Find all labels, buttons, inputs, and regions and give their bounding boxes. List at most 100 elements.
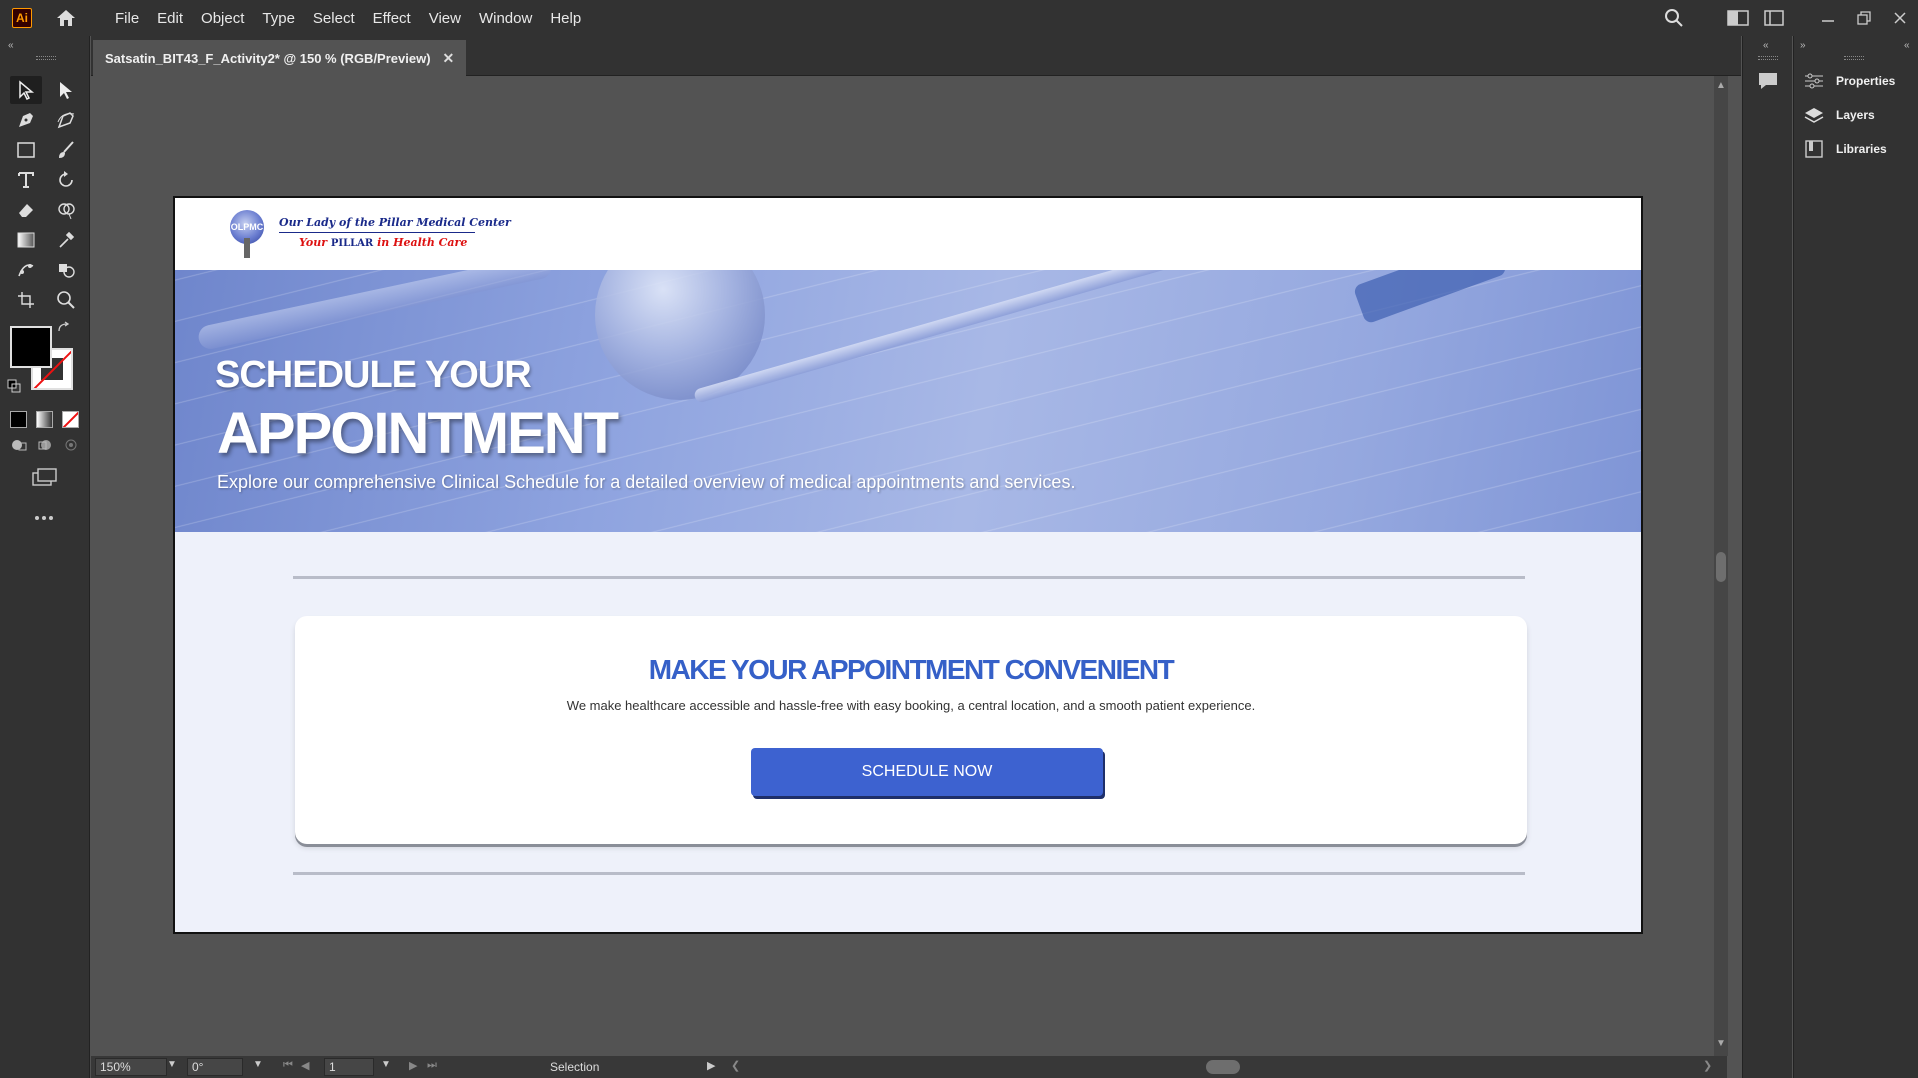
layers-icon	[1804, 108, 1824, 123]
document-tab-bar: Satsatin_BIT43_F_Activity2* @ 150 % (RGB…	[91, 36, 1741, 76]
minimize-icon[interactable]	[1810, 0, 1846, 36]
swap-fill-stroke-icon[interactable]	[54, 318, 74, 338]
collapse-panels-icon[interactable]: »	[1800, 40, 1806, 51]
zoom-field[interactable]: 150%	[95, 1058, 167, 1076]
screen-mode-icon[interactable]	[28, 464, 60, 492]
artboard-dropdown-icon[interactable]: ▼	[381, 1059, 391, 1070]
properties-panel-tab[interactable]: Properties	[1804, 68, 1895, 94]
menu-bar: Ai File Edit Object Type Select Effect V…	[0, 0, 1918, 36]
horizontal-scroll-thumb[interactable]	[1206, 1060, 1240, 1074]
gradient-tool-icon[interactable]	[10, 226, 42, 254]
rotation-field[interactable]: 0°	[187, 1058, 243, 1076]
collapse-toolbar-icon[interactable]: «	[8, 40, 14, 51]
arrange-documents-icon[interactable]	[1720, 0, 1756, 36]
previous-artboard-icon[interactable]: ◀	[301, 1059, 309, 1072]
panels-grip[interactable]	[1844, 56, 1864, 60]
first-artboard-icon[interactable]: ⏮	[283, 1059, 293, 1072]
tagline-pre: Your	[299, 236, 328, 249]
workspace-icon[interactable]	[1756, 0, 1792, 36]
layers-panel-tab[interactable]: Layers	[1804, 102, 1875, 128]
artboard-tool-icon[interactable]	[10, 286, 42, 314]
vertical-scroll-thumb[interactable]	[1716, 552, 1726, 582]
document-tab[interactable]: Satsatin_BIT43_F_Activity2* @ 150 % (RGB…	[93, 40, 467, 76]
hero-description: Explore our comprehensive Clinical Sched…	[217, 472, 1076, 492]
eyedropper-tool-icon[interactable]	[50, 226, 82, 254]
status-menu-icon[interactable]: ▶	[707, 1059, 715, 1072]
draw-inside-icon[interactable]	[60, 434, 82, 456]
tagline-post: in Health Care	[377, 236, 468, 249]
scroll-down-icon[interactable]: ▼	[1714, 1038, 1728, 1049]
color-mode-swatch[interactable]	[10, 411, 27, 428]
collapse-strip-icon[interactable]: «	[1763, 40, 1769, 51]
menubar-right	[1656, 0, 1918, 36]
artboard-number-field[interactable]: 1	[324, 1058, 374, 1076]
zoom-value: 150%	[100, 1060, 131, 1074]
curvature-tool-icon[interactable]	[50, 106, 82, 134]
none-mode-swatch[interactable]	[62, 411, 79, 428]
gradient-mode-swatch[interactable]	[36, 411, 53, 428]
home-icon[interactable]	[54, 6, 78, 30]
paintbrush-tool-icon[interactable]	[50, 136, 82, 164]
close-icon[interactable]	[1882, 0, 1918, 36]
scroll-right-icon[interactable]: ❯	[1703, 1059, 1712, 1072]
layers-label: Layers	[1836, 108, 1875, 122]
search-icon[interactable]	[1656, 0, 1692, 36]
menu-list: File Edit Object Type Select Effect View…	[106, 10, 590, 27]
menu-effect[interactable]: Effect	[364, 10, 420, 27]
last-artboard-icon[interactable]: ⏭	[427, 1059, 437, 1072]
schedule-now-button[interactable]: SCHEDULE NOW	[751, 748, 1103, 796]
type-tool-icon[interactable]	[10, 166, 42, 194]
comments-icon[interactable]	[1755, 68, 1781, 94]
live-paint-tool-icon[interactable]	[50, 256, 82, 284]
menu-help[interactable]: Help	[541, 10, 590, 27]
direct-selection-tool-icon[interactable]	[50, 76, 82, 104]
pen-tool-icon[interactable]	[10, 106, 42, 134]
artboard[interactable]: OLPMC Our Lady of the Pillar Medical Cen…	[173, 196, 1643, 934]
vertical-scrollbar[interactable]: ▲ ▼	[1714, 76, 1728, 1056]
scroll-up-icon[interactable]: ▲	[1714, 80, 1728, 91]
strip-grip[interactable]	[1758, 56, 1778, 60]
shape-builder-tool-icon[interactable]	[50, 196, 82, 224]
menu-select[interactable]: Select	[304, 10, 364, 27]
app-logo: Ai	[12, 8, 32, 28]
draw-normal-icon[interactable]	[8, 434, 30, 456]
close-tab-icon[interactable]: ✕	[443, 50, 455, 67]
default-colors-icon[interactable]	[4, 376, 24, 396]
content-section: MAKE YOUR APPOINTMENT CONVENIENT We make…	[175, 532, 1641, 932]
rotate-tool-icon[interactable]	[50, 166, 82, 194]
tagline-pillar: PILLAR	[330, 238, 374, 249]
menu-type[interactable]: Type	[253, 10, 304, 27]
scroll-left-icon[interactable]: ❮	[731, 1059, 740, 1072]
tools-panel: «	[0, 36, 90, 1078]
logo-underline	[279, 232, 475, 233]
puppet-warp-tool-icon[interactable]	[10, 256, 42, 284]
appointment-card: MAKE YOUR APPOINTMENT CONVENIENT We make…	[295, 616, 1527, 844]
toolbar-grip[interactable]	[36, 56, 56, 60]
artboard-number: 1	[329, 1060, 336, 1074]
expand-panels-icon[interactable]: «	[1904, 40, 1910, 51]
fill-color-swatch[interactable]	[10, 326, 52, 368]
libraries-panel-tab[interactable]: Libraries	[1804, 136, 1887, 162]
menu-edit[interactable]: Edit	[148, 10, 192, 27]
menu-view[interactable]: View	[420, 10, 470, 27]
rectangle-tool-icon[interactable]	[10, 136, 42, 164]
next-artboard-icon[interactable]: ▶	[409, 1059, 417, 1072]
current-tool-label: Selection	[550, 1060, 600, 1074]
zoom-tool-icon[interactable]	[50, 286, 82, 314]
selection-tool-icon[interactable]	[10, 76, 42, 104]
card-text: We make healthcare accessible and hassle…	[566, 698, 1256, 713]
rotation-dropdown-icon[interactable]: ▼	[253, 1059, 263, 1070]
site-header: OLPMC Our Lady of the Pillar Medical Cen…	[175, 198, 1641, 270]
draw-behind-icon[interactable]	[34, 434, 56, 456]
more-tools-icon[interactable]	[28, 504, 60, 532]
zoom-dropdown-icon[interactable]: ▼	[167, 1059, 177, 1070]
eraser-tool-icon[interactable]	[10, 196, 42, 224]
menu-window[interactable]: Window	[470, 10, 541, 27]
restore-icon[interactable]	[1846, 0, 1882, 36]
top-divider	[293, 576, 1525, 579]
libraries-icon	[1805, 140, 1823, 158]
logo-tagline: Your PILLAR in Health Care	[299, 236, 467, 249]
menu-file[interactable]: File	[106, 10, 148, 27]
properties-icon	[1805, 73, 1823, 89]
menu-object[interactable]: Object	[192, 10, 253, 27]
